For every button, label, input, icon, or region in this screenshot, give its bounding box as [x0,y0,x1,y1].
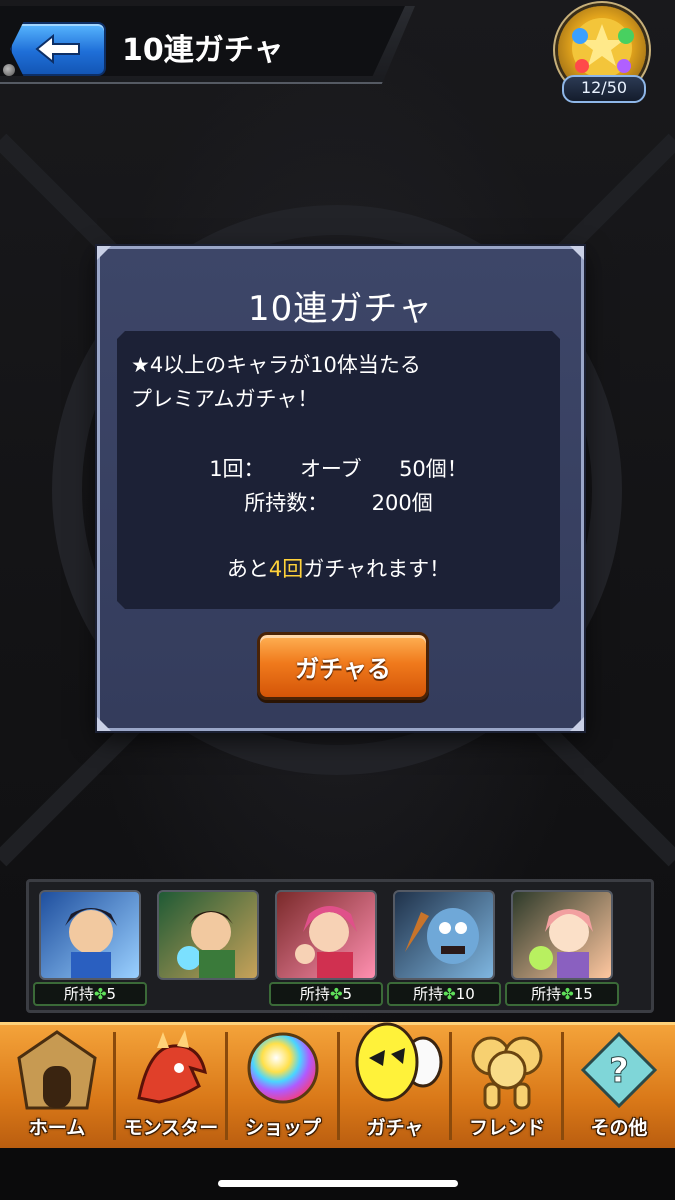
nav-label: ガチャ [366,1117,424,1139]
nav-bottom-bar [0,1148,675,1200]
character-portrait[interactable] [511,890,613,980]
party-slot[interactable]: 所持✤5 [33,890,147,1006]
home-icon [17,1030,97,1110]
remaining-count: 4回 [268,557,304,581]
description-box: ★4以上のキャラが10体当たる プレミアムガチャ！ 1回： オーブ 50個！ 所… [117,331,560,609]
nav-friend[interactable]: フレンド [452,1022,562,1148]
corner-decoration [97,246,111,260]
cost-label: 1回： [209,457,265,481]
corner-decoration [570,246,584,260]
other-icon: ? [580,1031,658,1109]
description-line-2: プレミアムガチャ！ [131,387,319,411]
screw-decoration [3,64,15,76]
party-slot[interactable]: 所持✤15 [505,890,619,1006]
owned-badge: 所持✤15 [505,982,619,1006]
cost-line: 1回： オーブ 50個！ [117,453,560,483]
cost-value: 50個！ [399,457,468,481]
remaining-line: あと4回ガチャれます！ [117,553,560,583]
remaining-prefix: あと [226,557,269,581]
owned-line: 所持数： 200個 [117,487,560,517]
owned-label: 所持数： [244,491,329,515]
cost-item: オーブ [299,457,362,481]
nav-monster[interactable]: モンスター [116,1022,226,1148]
nav-gacha[interactable]: ガチャ [340,1022,450,1148]
description-line-1: ★4以上のキャラが10体当たる [131,353,421,377]
svg-text:?: ? [609,1051,629,1091]
nav-home[interactable]: ホーム [2,1022,112,1148]
owned-badge: 所持✤5 [269,982,383,1006]
home-indicator[interactable] [218,1180,458,1187]
gacha-egg-icon [355,1022,443,1102]
nav-label: その他 [590,1117,648,1139]
back-button[interactable] [10,22,106,76]
character-portrait[interactable] [393,890,495,980]
gacha-dialog: 10連ガチャ ★4以上のキャラが10体当たる プレミアムガチャ！ 1回： オーブ… [97,246,584,731]
stamina-count: 12/50 [562,75,646,103]
party-slot[interactable]: 所持✤5 [269,890,383,1006]
party-strip: 所持✤5 所持✤5 所持✤10 所持✤15 [26,879,654,1013]
character-portrait[interactable] [157,890,259,980]
shop-orb-icon [247,1032,319,1104]
dialog-title: 10連ガチャ [248,289,433,329]
nav-label: モンスター [123,1117,219,1139]
party-slot[interactable] [157,890,259,996]
friend-balloons-icon [471,1036,543,1110]
nav-label: ショップ [244,1117,321,1139]
character-portrait[interactable] [275,890,377,980]
owned-value: 200個 [371,491,433,515]
remaining-suffix: ガチャれます！ [303,557,451,581]
owned-badge: 所持✤5 [33,982,147,1006]
monster-icon [137,1030,207,1104]
gacha-button[interactable]: ガチャる [257,632,429,700]
owned-badge: 所持✤10 [387,982,501,1006]
nav-label: フレンド [468,1117,545,1139]
nav-shop[interactable]: ショップ [228,1022,338,1148]
page-title: 10連ガチャ [122,33,284,68]
corner-decoration [97,717,111,731]
character-portrait[interactable] [39,890,141,980]
nav-label: ホーム [28,1117,86,1139]
corner-decoration [570,717,584,731]
nav-other[interactable]: ? その他 [564,1022,674,1148]
party-slot[interactable]: 所持✤10 [387,890,501,1006]
back-arrow-icon [35,34,80,64]
